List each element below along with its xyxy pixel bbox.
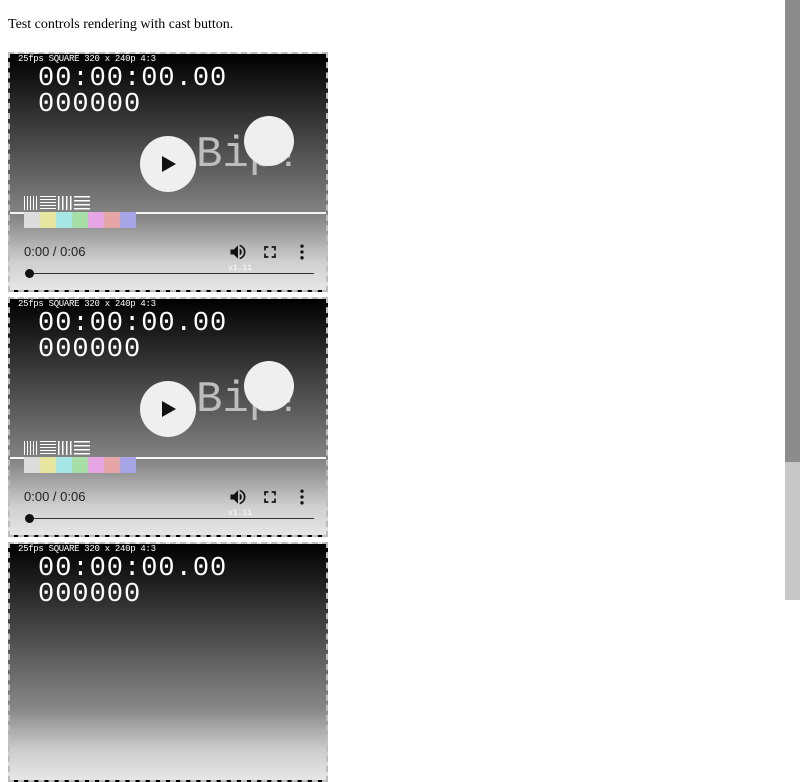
time-display: 0:00 / 0:06 <box>24 489 86 504</box>
color-swatch <box>24 457 40 473</box>
color-swatch <box>88 212 104 228</box>
video-circle-graphic <box>244 361 294 411</box>
seek-bar[interactable] <box>30 273 314 274</box>
video-frame-counter: 000000 <box>38 335 142 365</box>
video-timecode: 00:00:00.00 <box>38 554 228 584</box>
version-label: v1.11 <box>228 509 253 518</box>
play-button[interactable] <box>140 381 196 437</box>
video-frame-counter: 000000 <box>38 580 142 610</box>
fullscreen-icon[interactable] <box>260 487 280 507</box>
color-swatch <box>40 457 56 473</box>
test-pattern-bars <box>24 196 90 210</box>
video-player[interactable]: 25fps SQUARE 320 x 240p 4:3 00:00:00.00 … <box>8 542 328 782</box>
video-timecode: 00:00:00.00 <box>38 309 228 339</box>
color-swatch <box>104 212 120 228</box>
play-button[interactable] <box>140 136 196 192</box>
fullscreen-icon[interactable] <box>260 242 280 262</box>
color-swatch <box>104 457 120 473</box>
seek-thumb[interactable] <box>25 269 34 278</box>
vertical-scrollbar[interactable] <box>785 0 800 600</box>
volume-icon[interactable] <box>228 242 248 262</box>
play-icon <box>162 401 176 417</box>
color-swatch <box>72 212 88 228</box>
video-frame-counter: 000000 <box>38 90 142 120</box>
video-circle-graphic <box>244 116 294 166</box>
time-display: 0:00 / 0:06 <box>24 244 86 259</box>
play-icon <box>162 156 176 172</box>
color-swatch <box>120 212 136 228</box>
color-swatches <box>24 212 136 228</box>
scrollbar-thumb[interactable] <box>785 0 800 462</box>
more-options-icon[interactable] <box>292 242 312 262</box>
seek-thumb[interactable] <box>25 514 34 523</box>
seek-bar[interactable] <box>30 518 314 519</box>
more-options-icon[interactable] <box>292 487 312 507</box>
color-swatch <box>56 212 72 228</box>
video-player[interactable]: 25fps SQUARE 320 x 240p 4:3 00:00:00.00 … <box>8 52 328 292</box>
video-player[interactable]: 25fps SQUARE 320 x 240p 4:3 00:00:00.00 … <box>8 297 328 537</box>
video-timecode: 00:00:00.00 <box>38 64 228 94</box>
color-swatch <box>40 212 56 228</box>
color-swatch <box>88 457 104 473</box>
color-swatches <box>24 457 136 473</box>
color-swatch <box>72 457 88 473</box>
volume-icon[interactable] <box>228 487 248 507</box>
color-swatch <box>120 457 136 473</box>
page-description: Test controls rendering with cast button… <box>8 17 234 32</box>
version-label: v1.11 <box>228 264 253 273</box>
color-swatch <box>56 457 72 473</box>
test-pattern-bars <box>24 441 90 455</box>
color-swatch <box>24 212 40 228</box>
